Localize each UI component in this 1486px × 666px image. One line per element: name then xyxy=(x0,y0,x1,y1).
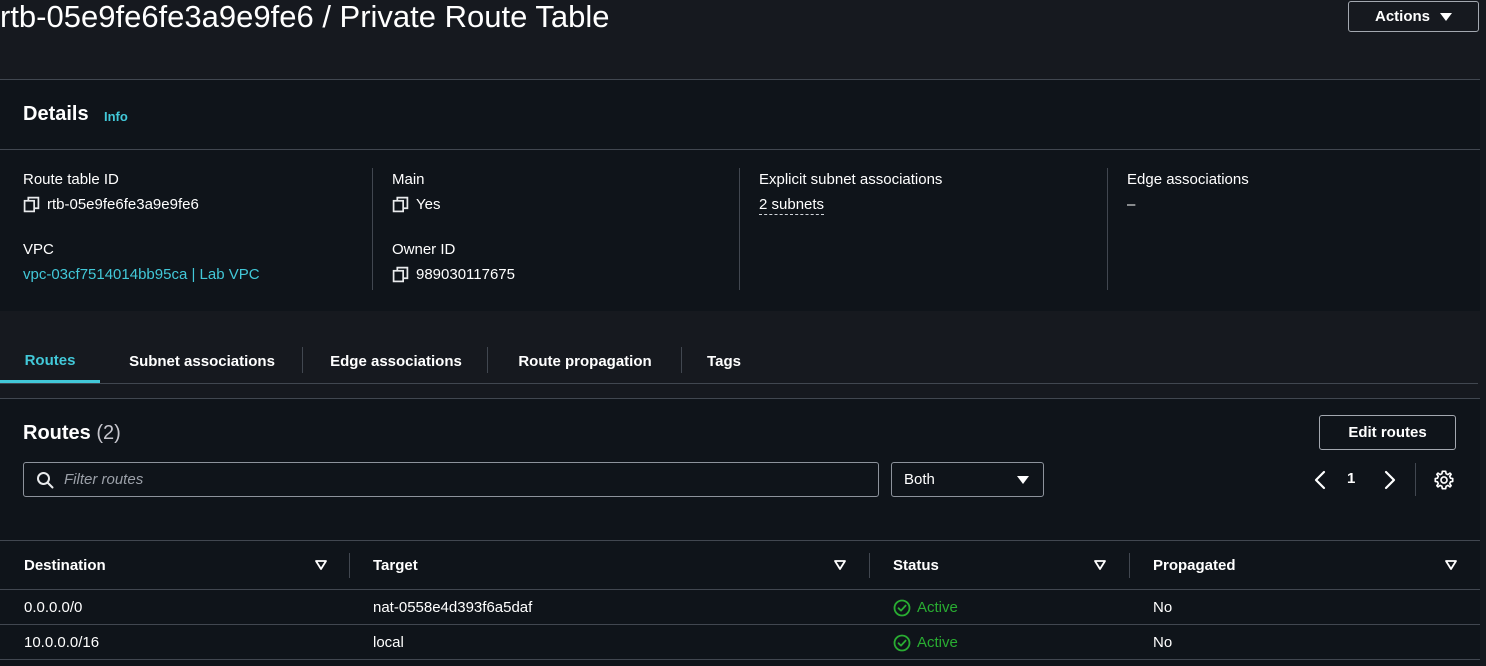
edge-assoc-label: Edge associations xyxy=(1127,171,1249,188)
filter-routes-input[interactable] xyxy=(64,471,878,488)
previous-page-button[interactable] xyxy=(1310,469,1330,491)
column-divider xyxy=(349,553,350,578)
route-table-id-text: rtb-05e9fe6fe3a9e9fe6 xyxy=(47,196,199,213)
subnets-popover-trigger[interactable]: 2 subnets xyxy=(759,196,825,215)
filter-type-value: Both xyxy=(904,471,935,488)
tab-route-propagation[interactable]: Route propagation xyxy=(497,340,673,383)
target-cell: local xyxy=(373,634,404,651)
tab-tags[interactable]: Tags xyxy=(691,340,757,383)
tab-edge-associations[interactable]: Edge associations xyxy=(312,340,480,383)
main-text: Yes xyxy=(416,196,441,213)
chevron-right-icon xyxy=(1384,470,1396,490)
vpc-link[interactable]: vpc-03cf7514014bb95ca | Lab VPC xyxy=(23,266,260,283)
info-link[interactable]: Info xyxy=(104,109,128,124)
owner-id-label: Owner ID xyxy=(392,241,456,258)
page-title: rtb-05e9fe6fe3a9e9fe6 / Private Route Ta… xyxy=(0,0,610,34)
column-divider xyxy=(372,168,373,290)
pager-divider xyxy=(1415,463,1416,496)
propagated-cell: No xyxy=(1153,634,1173,651)
tab-separator xyxy=(487,347,488,373)
edit-routes-button[interactable]: Edit routes xyxy=(1319,415,1456,450)
tab-subnet-associations[interactable]: Subnet associations xyxy=(110,340,294,383)
status-text: Active xyxy=(917,634,958,651)
explicit-subnet-value[interactable]: 2 subnets xyxy=(759,196,825,215)
column-divider xyxy=(1107,168,1108,290)
details-header: Details Info xyxy=(0,80,1480,150)
table-header: Destination Target Status Propagated xyxy=(0,540,1480,590)
copy-icon[interactable] xyxy=(392,196,409,213)
vpc-label: VPC xyxy=(23,241,54,258)
column-header-propagated[interactable]: Propagated xyxy=(1153,541,1236,589)
column-header-target[interactable]: Target xyxy=(373,541,418,589)
table-row: 0.0.0.0/0 nat-0558e4d393f6a5daf Active N… xyxy=(0,590,1480,625)
target-link[interactable]: nat-0558e4d393f6a5daf xyxy=(373,590,532,625)
status-text: Active xyxy=(917,599,958,616)
tab-bar: Routes Subnet associations Edge associat… xyxy=(0,340,1478,384)
search-icon xyxy=(37,471,54,488)
tab-separator xyxy=(302,347,303,373)
explicit-subnet-label: Explicit subnet associations xyxy=(759,171,943,188)
sort-icon[interactable] xyxy=(1444,559,1458,571)
status-cell: Active xyxy=(893,590,958,625)
table-row: 10.0.0.0/16 local Active No xyxy=(0,625,1480,660)
check-circle-icon xyxy=(893,634,911,651)
destination-cell: 10.0.0.0/16 xyxy=(24,634,100,651)
routes-title: Routes xyxy=(23,422,91,444)
route-table-id-value: rtb-05e9fe6fe3a9e9fe6 xyxy=(23,196,199,213)
page-number[interactable]: 1 xyxy=(1347,470,1355,487)
routes-heading: Routes (2) xyxy=(23,422,121,445)
filter-box[interactable] xyxy=(23,462,879,497)
edge-assoc-value: – xyxy=(1127,196,1136,213)
actions-button[interactable]: Actions xyxy=(1348,1,1479,32)
tab-separator xyxy=(681,347,682,373)
chevron-left-icon xyxy=(1314,470,1326,490)
caret-down-icon xyxy=(1017,475,1029,484)
main-value: Yes xyxy=(392,196,440,213)
sort-icon[interactable] xyxy=(833,559,847,571)
gear-icon[interactable] xyxy=(1433,469,1455,491)
propagated-cell: No xyxy=(1153,599,1173,616)
routes-panel: Routes (2) Edit routes Both 1 Destinatio… xyxy=(0,398,1480,666)
main-label: Main xyxy=(392,171,425,188)
destination-cell: 0.0.0.0/0 xyxy=(24,599,83,616)
tab-routes[interactable]: Routes xyxy=(0,340,100,383)
details-panel: Details Info Route table ID rtb-05e9fe6f… xyxy=(0,79,1480,311)
column-divider xyxy=(869,553,870,578)
owner-id-value: 989030117675 xyxy=(392,266,515,283)
details-body: Route table ID rtb-05e9fe6fe3a9e9fe6 VPC… xyxy=(0,150,1480,311)
copy-icon[interactable] xyxy=(23,196,40,213)
column-header-destination[interactable]: Destination xyxy=(24,541,106,589)
caret-down-icon xyxy=(1440,12,1452,21)
column-divider xyxy=(739,168,740,290)
next-page-button[interactable] xyxy=(1380,469,1400,491)
column-header-status[interactable]: Status xyxy=(893,541,939,589)
owner-id-text: 989030117675 xyxy=(416,266,515,283)
sort-icon[interactable] xyxy=(314,559,328,571)
status-cell: Active xyxy=(893,625,958,660)
details-title: Details xyxy=(23,103,89,125)
column-divider xyxy=(1129,553,1130,578)
filter-type-select[interactable]: Both xyxy=(891,462,1044,497)
route-table-id-label: Route table ID xyxy=(23,171,119,188)
sort-icon[interactable] xyxy=(1093,559,1107,571)
actions-label: Actions xyxy=(1374,8,1430,25)
copy-icon[interactable] xyxy=(392,266,409,283)
check-circle-icon xyxy=(893,599,911,616)
routes-count: (2) xyxy=(96,422,121,444)
